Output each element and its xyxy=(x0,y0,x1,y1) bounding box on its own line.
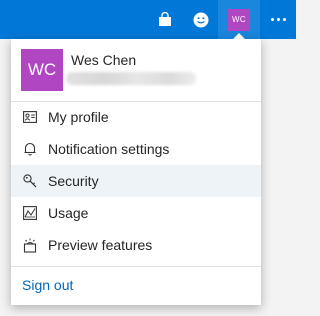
account-avatar: WC xyxy=(228,8,250,31)
contact-card-icon xyxy=(22,109,38,125)
store-icon xyxy=(159,12,171,26)
menu-item-label: Preview features xyxy=(48,237,153,253)
more-options-button[interactable] xyxy=(260,0,296,39)
menu-item-notification-settings[interactable]: Notification settings xyxy=(11,133,261,165)
feedback-button[interactable] xyxy=(186,0,216,39)
menu-item-label: Usage xyxy=(48,205,89,221)
divider xyxy=(11,266,261,267)
preview-features-icon xyxy=(22,237,38,253)
profile-header: WC Wes Chen xyxy=(11,39,261,101)
account-name: Wes Chen xyxy=(71,52,137,68)
smile-feedback-icon xyxy=(193,12,209,27)
menu-item-usage[interactable]: Usage xyxy=(11,197,261,229)
menu-item-security[interactable]: Security xyxy=(11,165,261,197)
menu-item-my-profile[interactable]: My profile xyxy=(11,101,261,133)
usage-icon xyxy=(22,205,38,221)
menu-item-preview-features[interactable]: Preview features xyxy=(11,229,261,261)
sign-out-link[interactable]: Sign out xyxy=(22,277,73,293)
redacted-email xyxy=(66,72,196,85)
menu-item-label: Notification settings xyxy=(48,141,170,157)
menu-item-label: Security xyxy=(48,173,99,189)
bell-icon xyxy=(22,141,38,157)
menu-item-label: My profile xyxy=(48,109,109,125)
top-navigation-bar: WC xyxy=(0,0,296,39)
store-button[interactable] xyxy=(150,0,180,39)
key-icon xyxy=(22,173,38,189)
more-icon xyxy=(270,18,286,21)
account-dropdown: WC Wes Chen My profile Notification sett… xyxy=(11,39,261,305)
profile-avatar: WC xyxy=(21,49,63,91)
